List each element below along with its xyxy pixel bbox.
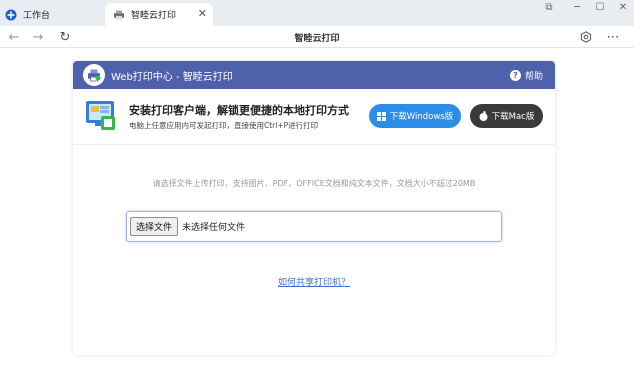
upload-hint: 请选择文件上传打印，支持图片、PDF、OFFICE文档和纯文本文件，文档大小不超… <box>152 179 476 188</box>
file-status: 未选择任何文件 <box>182 223 246 233</box>
download-mac-label: 下载Mac版 <box>491 112 535 122</box>
settings-icon[interactable] <box>578 29 594 45</box>
download-windows-label: 下载Windows版 <box>389 112 454 122</box>
maximize-icon[interactable]: ☐ <box>593 2 607 13</box>
help-label: 帮助 <box>524 72 543 82</box>
tab-label: 智睦云打印 <box>131 11 177 21</box>
restore-tab-icon[interactable]: ⧉ <box>542 2 556 13</box>
close-window-icon[interactable]: ✕ <box>616 2 630 13</box>
minimize-icon[interactable]: ─ <box>570 2 584 13</box>
card-header: Web打印中心 - 智睦云打印 ? 帮助 <box>73 61 555 89</box>
help-link[interactable]: ? 帮助 <box>509 69 543 82</box>
promo-subtitle: 电脑上任意应用内可发起打印，直接使用Ctrl+P进行打印 <box>129 121 319 130</box>
address-title: 智睦云打印 <box>294 34 340 44</box>
file-upload-input[interactable]: 选择文件 未选择任何文件 <box>126 211 502 242</box>
download-mac-button[interactable]: 下载Mac版 <box>470 104 543 128</box>
share-printer-link[interactable]: 如何共享打印机？ <box>73 275 555 288</box>
header-title: Web打印中心 - 智睦云打印 <box>111 71 233 83</box>
windows-icon <box>376 111 386 121</box>
address-bar: ← → ↻ 智睦云打印 ⋯ <box>0 26 634 48</box>
promo-title: 安装打印客户端，解锁更便捷的本地打印方式 <box>129 104 349 117</box>
tab-close-icon[interactable]: ✕ <box>198 8 207 20</box>
desktop-app-icon <box>83 98 119 134</box>
tab-workbench[interactable]: 工作台 <box>0 3 103 26</box>
client-promo: 安装打印客户端，解锁更便捷的本地打印方式 电脑上任意应用内可发起打印，直接使用C… <box>73 89 555 145</box>
download-windows-button[interactable]: 下载Windows版 <box>369 104 461 128</box>
tab-bar: 工作台 智睦云打印 ✕ ⧉ ─ ☐ ✕ <box>0 0 634 26</box>
more-menu-icon[interactable]: ⋯ <box>605 29 621 45</box>
workbench-icon <box>5 9 17 21</box>
logo-icon <box>83 64 105 86</box>
apple-icon <box>479 111 488 121</box>
help-icon: ? <box>509 70 521 81</box>
printer-favicon-icon <box>113 9 125 21</box>
print-center-card: Web打印中心 - 智睦云打印 ? 帮助 安装打印客户端，解锁更便捷的本地打印方… <box>73 61 555 355</box>
choose-file-button[interactable]: 选择文件 <box>130 217 179 236</box>
tab-label: 工作台 <box>23 11 51 21</box>
tab-zhimu-print[interactable]: 智睦云打印 ✕ <box>105 3 213 26</box>
